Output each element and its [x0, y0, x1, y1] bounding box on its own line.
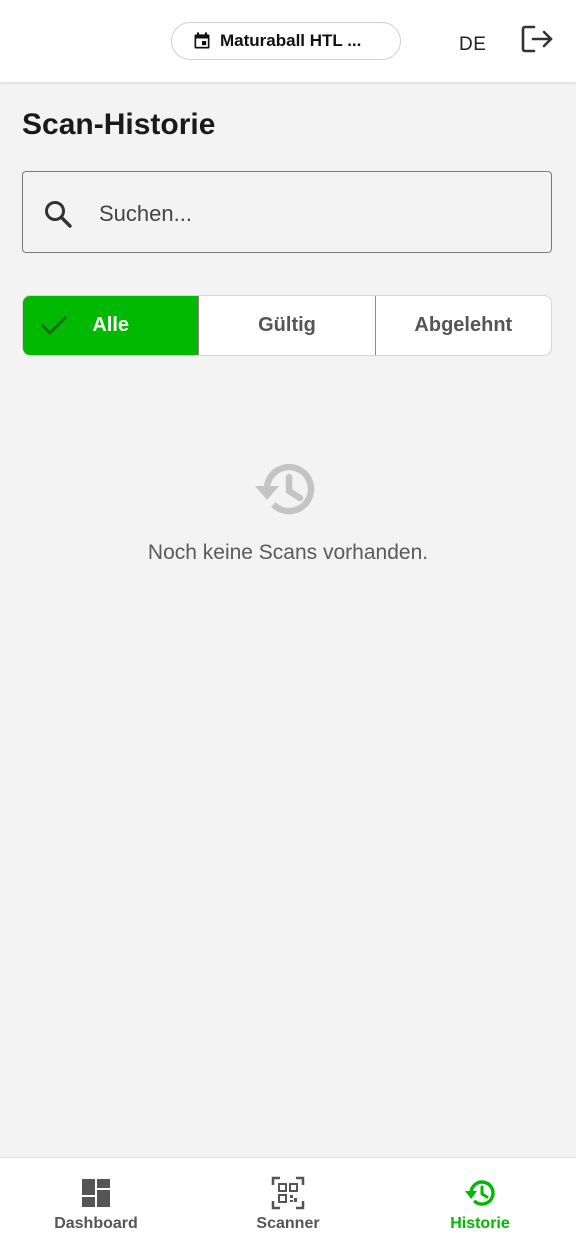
- event-selector-button[interactable]: Maturaball HTL ...: [171, 22, 401, 60]
- check-icon: [39, 314, 69, 338]
- nav-label-history: Historie: [450, 1215, 510, 1232]
- search-input[interactable]: [97, 192, 531, 236]
- language-switch[interactable]: DE: [459, 34, 486, 56]
- filter-rejected-label: Abgelehnt: [414, 314, 513, 336]
- search-field[interactable]: [22, 171, 552, 253]
- dashboard-icon: [79, 1176, 113, 1210]
- logout-icon[interactable]: [520, 24, 554, 54]
- qr-scanner-icon: [271, 1176, 305, 1210]
- filter-all-button[interactable]: Alle: [23, 296, 199, 355]
- status-filter: Alle Gültig Abgelehnt: [22, 295, 552, 356]
- filter-valid-button[interactable]: Gültig: [198, 296, 374, 355]
- page-title: Scan-Historie: [22, 108, 216, 141]
- event-name: Maturaball HTL ...: [220, 31, 362, 50]
- nav-label-scanner: Scanner: [256, 1215, 320, 1232]
- filter-all-label: Alle: [92, 314, 129, 336]
- nav-item-scanner[interactable]: Scanner: [192, 1158, 384, 1249]
- filter-valid-label: Gültig: [258, 314, 316, 336]
- bottom-navigation: Dashboard Scanner Historie: [0, 1157, 576, 1249]
- calendar-icon: [192, 31, 212, 51]
- nav-item-dashboard[interactable]: Dashboard: [0, 1158, 192, 1249]
- app-header: Maturaball HTL ... DE: [0, 0, 576, 82]
- nav-label-dashboard: Dashboard: [54, 1215, 138, 1232]
- empty-state-message: Noch keine Scans vorhanden.: [147, 541, 429, 564]
- history-icon: [253, 459, 319, 519]
- search-icon: [43, 199, 73, 229]
- history-icon: [463, 1176, 497, 1210]
- filter-rejected-button[interactable]: Abgelehnt: [374, 296, 551, 355]
- nav-item-history[interactable]: Historie: [384, 1158, 576, 1249]
